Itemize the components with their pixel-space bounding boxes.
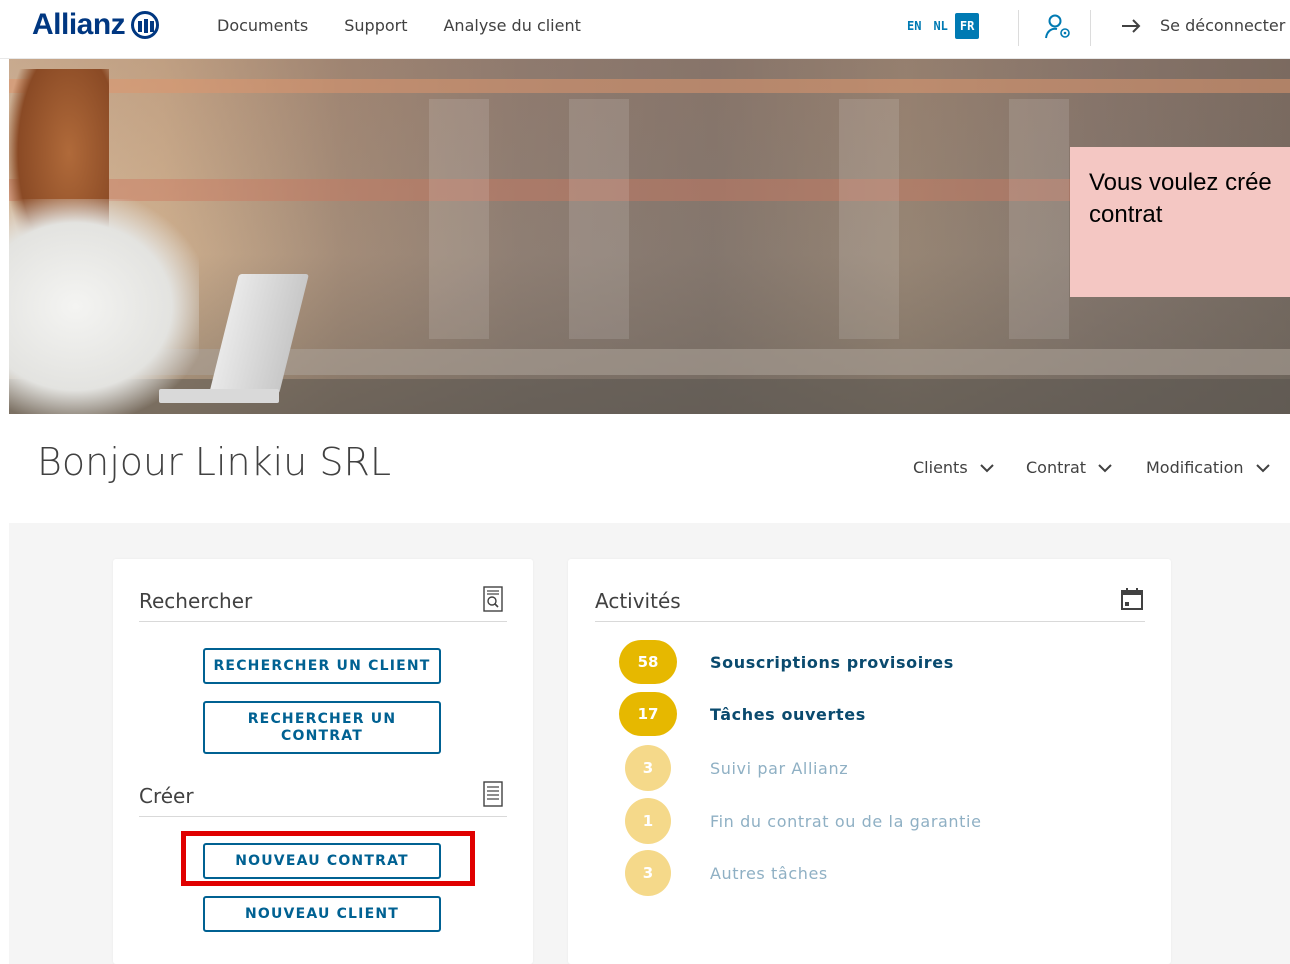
activity-row[interactable]: 3 Suivi par Allianz [619,745,848,791]
page-title: Bonjour Linkiu SRL [37,440,392,484]
highlight-box [181,831,475,886]
search-contract-label-1: RECHERCHER UN [247,710,397,727]
arrow-right-icon [1122,18,1141,33]
callout-line-1: Vous voulez crée [1089,169,1272,196]
activity-label: Autres tâches [710,863,828,883]
logo-wordmark: Allianz [32,8,126,41]
activity-count-badge: 58 [619,640,677,684]
nav-link-documents[interactable]: Documents [217,16,308,35]
chevron-down-icon [1255,463,1270,472]
logout-link[interactable]: Se déconnecter [1120,16,1285,35]
calendar-icon[interactable] [1120,587,1144,611]
chevron-down-icon [979,463,994,472]
laptop-image [209,274,309,394]
activity-row[interactable]: 3 Autres tâches [619,850,827,896]
subnav-modification[interactable]: Modification [1146,458,1270,477]
new-client-button[interactable]: NOUVEAU CLIENT [203,896,441,932]
nav-link-analyse-client[interactable]: Analyse du client [443,16,580,35]
activity-count-badge: 17 [619,692,677,736]
divider [595,621,1145,622]
search-contract-label-2: CONTRAT [281,727,363,744]
document-list-icon[interactable] [483,781,503,807]
subnav-clients-label: Clients [913,458,968,477]
search-card-title: Rechercher [139,589,253,613]
subnav-modification-label: Modification [1146,458,1244,477]
activity-label: Suivi par Allianz [710,758,849,778]
subnav-contrat-label: Contrat [1026,458,1087,477]
activity-count-badge: 3 [625,850,671,896]
nav-link-support[interactable]: Support [344,16,407,35]
user-settings-icon[interactable] [1044,13,1072,41]
divider [139,621,507,622]
subnav-clients[interactable]: Clients [913,458,994,477]
create-card-title: Créer [139,784,194,808]
search-client-button[interactable]: RECHERCHER UN CLIENT [203,648,441,684]
divider [139,816,507,817]
search-contract-button[interactable]: RECHERCHER UN CONTRAT [203,701,441,754]
language-switcher: EN NL FR [902,13,981,39]
subnav-contrat[interactable]: Contrat [1026,458,1112,477]
lang-nl[interactable]: NL [928,13,952,39]
activity-label: Tâches ouvertes [710,704,866,724]
activity-label: Souscriptions provisoires [710,652,954,672]
nav-divider [1018,10,1019,46]
top-navigation: Allianz Documents Support Analyse du cli… [0,0,1290,59]
activity-label: Fin du contrat ou de la garantie [710,811,982,831]
activity-row[interactable]: 1 Fin du contrat ou de la garantie [619,798,981,844]
allianz-emblem-icon [131,11,160,39]
activities-card-title: Activités [595,589,681,613]
main-nav: Documents Support Analyse du client [217,16,581,35]
allianz-logo[interactable]: Allianz [32,8,160,42]
activity-row[interactable]: 17 Tâches ouvertes [619,692,865,736]
tutorial-callout: Vous voulez crée contrat [1070,147,1290,297]
callout-line-2: contrat [1089,201,1163,228]
nav-divider [1090,10,1091,46]
activity-count-badge: 3 [625,745,671,791]
activity-row[interactable]: 58 Souscriptions provisoires [619,640,953,684]
chevron-down-icon [1098,463,1112,472]
logout-label: Se déconnecter [1160,16,1286,35]
lang-en[interactable]: EN [902,13,926,39]
search-document-icon[interactable] [483,586,503,612]
activity-count-badge: 1 [625,798,671,844]
lang-fr[interactable]: FR [954,13,980,39]
